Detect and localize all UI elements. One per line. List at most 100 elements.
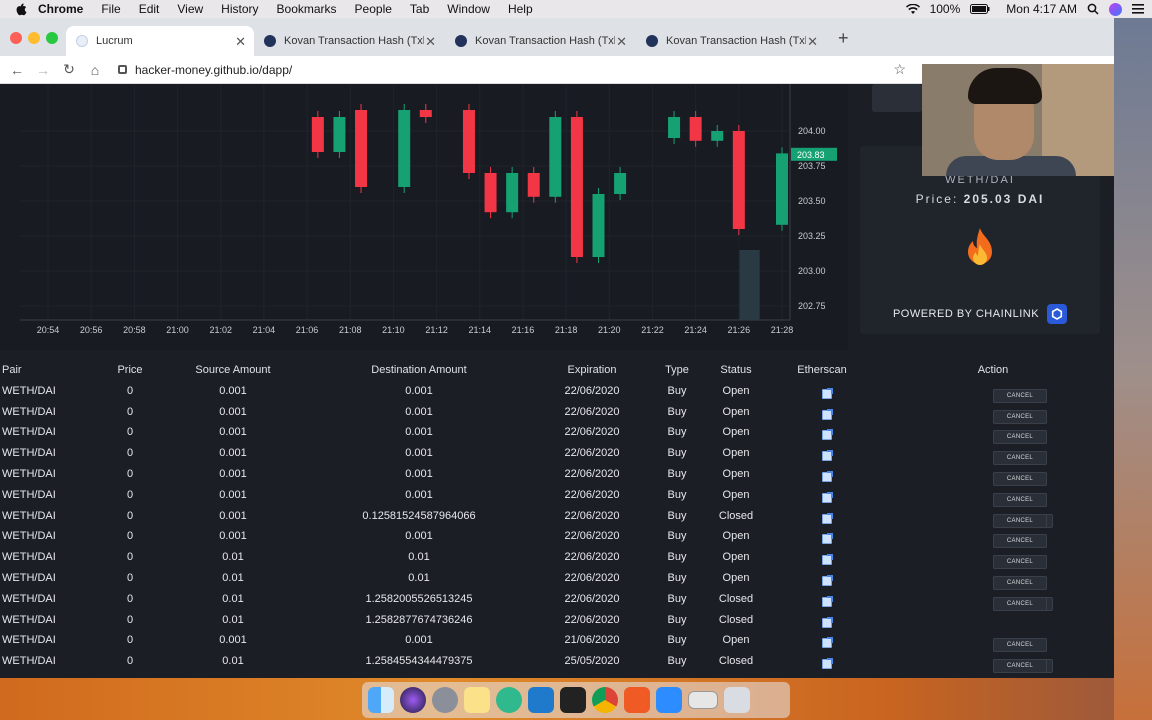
external-link-icon[interactable] xyxy=(822,512,833,524)
candle-body xyxy=(732,131,745,229)
menu-view[interactable]: View xyxy=(177,2,203,16)
bookmark-star-icon[interactable]: ☆ xyxy=(893,61,906,78)
menu-edit[interactable]: Edit xyxy=(139,2,160,16)
vscode-icon[interactable] xyxy=(528,687,554,713)
siri-icon[interactable] xyxy=(1109,2,1122,16)
menu-bookmarks[interactable]: Bookmarks xyxy=(277,2,337,16)
macos-dock xyxy=(362,682,790,718)
cell-status: Open xyxy=(722,551,750,564)
cell-expiration: 22/06/2020 xyxy=(564,571,620,584)
tab-kovan-1[interactable]: Kovan Transaction Hash (Txha ✕ xyxy=(254,26,444,56)
tab-lucrum[interactable]: Lucrum ✕ xyxy=(66,26,254,56)
table-row: WETH/DAI00.0010.00122/06/2020BuyOpenEXEC… xyxy=(0,464,1114,486)
external-link-icon[interactable] xyxy=(822,637,833,649)
macos-menu-bar: Chrome File Edit View History Bookmarks … xyxy=(0,0,1152,18)
wifi-icon[interactable] xyxy=(905,3,920,15)
cell-status: Closed xyxy=(718,655,754,668)
external-link-icon[interactable] xyxy=(822,574,833,586)
url-text: hacker-money.github.io/dapp/ xyxy=(135,62,293,77)
powered-by-chainlink[interactable]: POWERED BY CHAINLINK xyxy=(860,304,1100,324)
menu-people[interactable]: People xyxy=(355,2,392,16)
cell-status: Closed xyxy=(718,592,754,605)
address-bar[interactable]: hacker-money.github.io/dapp/ xyxy=(118,63,292,77)
tab-close-icon[interactable]: ✕ xyxy=(616,34,627,50)
table-row: WETH/DAI00.010.0122/06/2020BuyOpenEXECUT… xyxy=(0,547,1114,570)
cell-destination-amount: 0.001 xyxy=(405,447,433,460)
candle-body xyxy=(462,110,475,173)
spotlight-icon[interactable] xyxy=(1087,3,1099,15)
external-link-icon[interactable] xyxy=(822,595,833,607)
cell-pair: WETH/DAI xyxy=(2,488,56,501)
tab-title: Kovan Transaction Hash (Txha xyxy=(666,35,806,47)
external-link-icon[interactable] xyxy=(822,491,833,503)
cell-expiration: 22/06/2020 xyxy=(564,467,620,480)
notification-center-icon[interactable] xyxy=(1132,4,1144,14)
cell-price: 0 xyxy=(126,571,134,584)
notes-icon[interactable] xyxy=(464,687,490,713)
etherscan-favicon-icon xyxy=(264,35,276,47)
minimize-window-button[interactable] xyxy=(28,32,40,44)
menubar-clock[interactable]: Mon 4:17 AM xyxy=(1006,2,1077,16)
tab-close-icon[interactable]: ✕ xyxy=(235,34,246,50)
finder-icon[interactable] xyxy=(368,687,394,713)
close-window-button[interactable] xyxy=(10,32,22,44)
tab-kovan-2[interactable]: Kovan Transaction Hash (Txha ✕ xyxy=(445,26,635,56)
zoom-icon[interactable] xyxy=(656,687,682,713)
candlestick-chart[interactable]: 204.00 203.75 203.50 203.25 203.00 202.75 203.… xyxy=(0,84,848,350)
tab-close-icon[interactable]: ✕ xyxy=(807,34,818,50)
cell-expiration: 22/06/2020 xyxy=(564,613,620,626)
back-arrow-icon[interactable]: ← xyxy=(4,62,30,78)
candle-body xyxy=(776,153,788,225)
external-link-icon[interactable] xyxy=(822,450,833,462)
cell-status: Open xyxy=(722,467,750,480)
menu-app-name[interactable]: Chrome xyxy=(38,2,83,16)
external-link-icon[interactable] xyxy=(822,616,833,628)
tab-kovan-3[interactable]: Kovan Transaction Hash (Txha ✕ xyxy=(636,26,826,56)
reload-icon[interactable]: ↻ xyxy=(56,61,82,78)
side-panel-button[interactable] xyxy=(872,84,922,112)
tab-close-icon[interactable]: ✕ xyxy=(425,34,436,50)
menu-history[interactable]: History xyxy=(221,2,258,16)
brave-icon[interactable] xyxy=(624,687,650,713)
maximize-window-button[interactable] xyxy=(46,32,58,44)
orders-table-body: WETH/DAI00.0010.00122/06/2020BuyOpenEXEC… xyxy=(0,381,1114,674)
terminal-icon[interactable] xyxy=(560,687,586,713)
trash-icon[interactable] xyxy=(724,687,750,713)
external-link-icon[interactable] xyxy=(822,658,833,670)
apple-icon[interactable] xyxy=(14,2,28,16)
battery-icon[interactable] xyxy=(970,4,990,14)
cell-pair: WETH/DAI xyxy=(2,655,56,668)
atom-icon[interactable] xyxy=(496,687,522,713)
x-tick-label: 21:20 xyxy=(598,325,621,335)
cancel-button[interactable]: CANCEL xyxy=(993,659,1047,674)
menu-file[interactable]: File xyxy=(101,2,120,16)
x-tick-label: 21:22 xyxy=(641,325,664,335)
external-link-icon[interactable] xyxy=(822,554,833,566)
home-icon[interactable]: ⌂ xyxy=(82,62,108,78)
price-value: 205.03 DAI xyxy=(963,192,1045,206)
siri-dock-icon[interactable] xyxy=(400,687,426,713)
launchpad-icon[interactable] xyxy=(432,687,458,713)
cell-expiration: 21/06/2020 xyxy=(564,634,620,647)
cell-type: Buy xyxy=(667,571,687,584)
external-link-icon[interactable] xyxy=(822,429,833,441)
cell-destination-amount: 0.001 xyxy=(405,384,433,397)
new-tab-button[interactable]: + xyxy=(838,28,849,49)
candle-body xyxy=(506,173,519,213)
forward-arrow-icon[interactable]: → xyxy=(30,62,56,78)
cell-price: 0 xyxy=(126,613,134,626)
external-link-icon[interactable] xyxy=(822,408,833,420)
cell-status: Closed xyxy=(718,613,754,626)
external-link-icon[interactable] xyxy=(822,533,833,545)
cell-price: 0 xyxy=(126,655,134,668)
x-tick-label: 21:16 xyxy=(512,325,535,335)
screenshot-icon[interactable] xyxy=(688,691,718,709)
menu-tab[interactable]: Tab xyxy=(410,2,429,16)
menu-help[interactable]: Help xyxy=(508,2,533,16)
cell-destination-amount: 0.001 xyxy=(405,405,433,418)
menu-window[interactable]: Window xyxy=(447,2,490,16)
external-link-icon[interactable] xyxy=(822,470,833,482)
chrome-icon[interactable] xyxy=(592,687,618,713)
cell-price: 0 xyxy=(126,384,134,397)
external-link-icon[interactable] xyxy=(822,387,833,399)
